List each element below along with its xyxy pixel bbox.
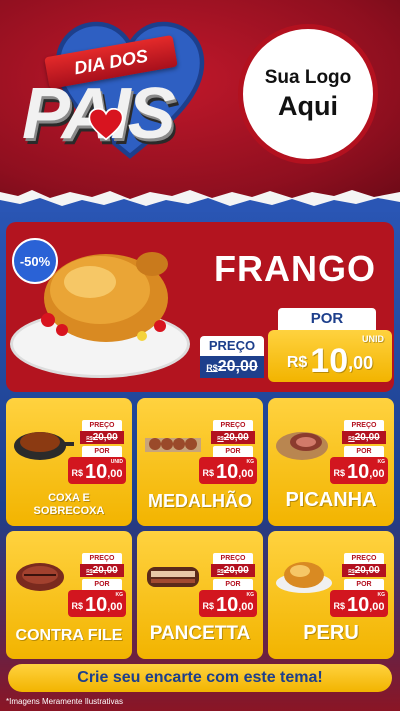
price-integer: 10: [84, 461, 108, 483]
price-currency: R$: [286, 354, 308, 371]
price-decimal: ,00: [238, 601, 254, 613]
new-price: KG R$ 10,00: [199, 590, 257, 617]
product-name: PICANHA: [285, 489, 377, 511]
product-card: PREÇO R$20,00 POR KG R$ 10,00 PERU: [268, 531, 394, 659]
product-name: MEDALHÃO: [148, 491, 252, 511]
new-price-label: POR: [213, 579, 253, 590]
new-price-label: POR: [213, 446, 253, 457]
price-unit: KG: [115, 592, 124, 598]
price-unit: KG: [246, 459, 255, 465]
product-name-line-2: SOBRECOXA: [33, 505, 105, 517]
product-card: PREÇO R$20,00 POR KG R$ 10,00 MEDALHÃO: [137, 398, 263, 526]
old-price: R$20,00: [211, 564, 255, 577]
old-price-label: PREÇO: [344, 553, 384, 564]
product-card: PREÇO R$20,00 POR UNID R$ 10,00 COXA E SOBR…: [6, 398, 132, 526]
old-price-value: 20,00: [223, 565, 249, 576]
product-name: COXA E SOBRECOXA: [6, 492, 132, 518]
product-card: PREÇO R$20,00 POR KG R$ 10,00 PANCETTA: [137, 531, 263, 659]
price-integer: 10: [310, 342, 349, 380]
chicken-pan-icon: [14, 432, 74, 460]
old-price-value: 20,00: [92, 432, 118, 443]
price-currency: R$: [333, 601, 345, 611]
price-unit: UNID: [110, 459, 123, 465]
old-price-label: PREÇO: [82, 553, 122, 564]
price-decimal: ,00: [107, 468, 123, 480]
new-price: KG R$ 10,00: [199, 457, 257, 484]
price-currency: R$: [71, 468, 83, 478]
price-currency: R$: [71, 601, 83, 611]
discount-badge: -50%: [12, 238, 58, 284]
product-card: PREÇO R$20,00 POR KG R$ 10,00 PICANHA: [268, 398, 394, 526]
new-price: KG R$ 10,00: [330, 457, 388, 484]
steak-icon: [16, 563, 64, 591]
new-price-label: POR: [82, 446, 122, 457]
price-integer: 10: [215, 461, 239, 483]
price-integer: 10: [346, 461, 370, 483]
price-decimal: ,00: [348, 353, 374, 373]
price-unit: KG: [377, 592, 386, 598]
price-decimal: ,00: [369, 601, 385, 613]
pork-belly-icon: [147, 567, 199, 587]
old-price-value: 20,00: [223, 432, 249, 443]
product-name: PANCETTA: [149, 623, 251, 644]
old-price-value: 20,00: [92, 565, 118, 576]
torn-paper-edge: [0, 190, 400, 212]
product-name: PERU: [303, 622, 359, 644]
new-price-label: POR: [344, 579, 384, 590]
price-integer: 10: [84, 594, 108, 616]
old-price-value: 20,00: [354, 565, 380, 576]
new-price: UNID R$ 10,00: [68, 457, 126, 484]
new-price: KG R$ 10,00: [330, 590, 388, 617]
call-to-action-banner[interactable]: Crie seu encarte com este tema!: [8, 664, 392, 692]
price-currency: R$: [202, 468, 214, 478]
price-integer: 10: [346, 594, 370, 616]
featured-product-name: FRANGO: [214, 248, 376, 289]
old-price: R$20,00: [80, 564, 124, 577]
product-name: CONTRA FILE: [15, 627, 123, 644]
old-price-value: 20,00: [217, 358, 258, 375]
logo-line-1: Sua Logo: [264, 66, 352, 88]
product-name-line-1: COXA E: [48, 492, 90, 504]
price-unit: KG: [246, 592, 255, 598]
new-price-label: POR: [344, 446, 384, 457]
new-price-label: POR: [278, 308, 376, 330]
old-price-label: PREÇO: [82, 420, 122, 431]
price-unit: UNID: [362, 334, 384, 344]
price-decimal: ,00: [238, 468, 254, 480]
turkey-icon: [276, 562, 332, 593]
old-price: R$20,00: [342, 431, 386, 444]
steak-board-icon: [276, 432, 328, 460]
price-decimal: ,00: [107, 601, 123, 613]
new-price-label: POR: [82, 579, 122, 590]
old-price: R$20,00: [211, 431, 255, 444]
old-price-label: PREÇO: [200, 336, 264, 356]
skewers-icon: [145, 438, 201, 452]
logo-line-2: Aqui: [278, 90, 338, 121]
new-price: KG R$ 10,00: [68, 590, 126, 617]
price-currency: R$: [202, 601, 214, 611]
old-price-value: 20,00: [354, 432, 380, 443]
old-price-label: PREÇO: [344, 420, 384, 431]
logo-placeholder: Sua Logo Aqui: [238, 24, 378, 164]
price-decimal: ,00: [369, 468, 385, 480]
price-currency: R$: [333, 468, 345, 478]
footnote: *Imagens Meramente Ilustrativas: [6, 697, 123, 706]
old-price: R$20,00: [200, 356, 264, 378]
old-price: R$20,00: [80, 431, 124, 444]
product-card: PREÇO R$20,00 POR KG R$ 10,00 CONTRA FILE: [6, 531, 132, 659]
old-price-label: PREÇO: [213, 553, 253, 564]
old-price-currency: R$: [206, 363, 218, 373]
new-price: UNID R$ 10 ,00: [268, 330, 392, 382]
price-unit: KG: [377, 459, 386, 465]
old-price: R$20,00: [342, 564, 386, 577]
old-price-label: PREÇO: [213, 420, 253, 431]
price-integer: 10: [215, 594, 239, 616]
red-heart-icon: [88, 108, 124, 140]
